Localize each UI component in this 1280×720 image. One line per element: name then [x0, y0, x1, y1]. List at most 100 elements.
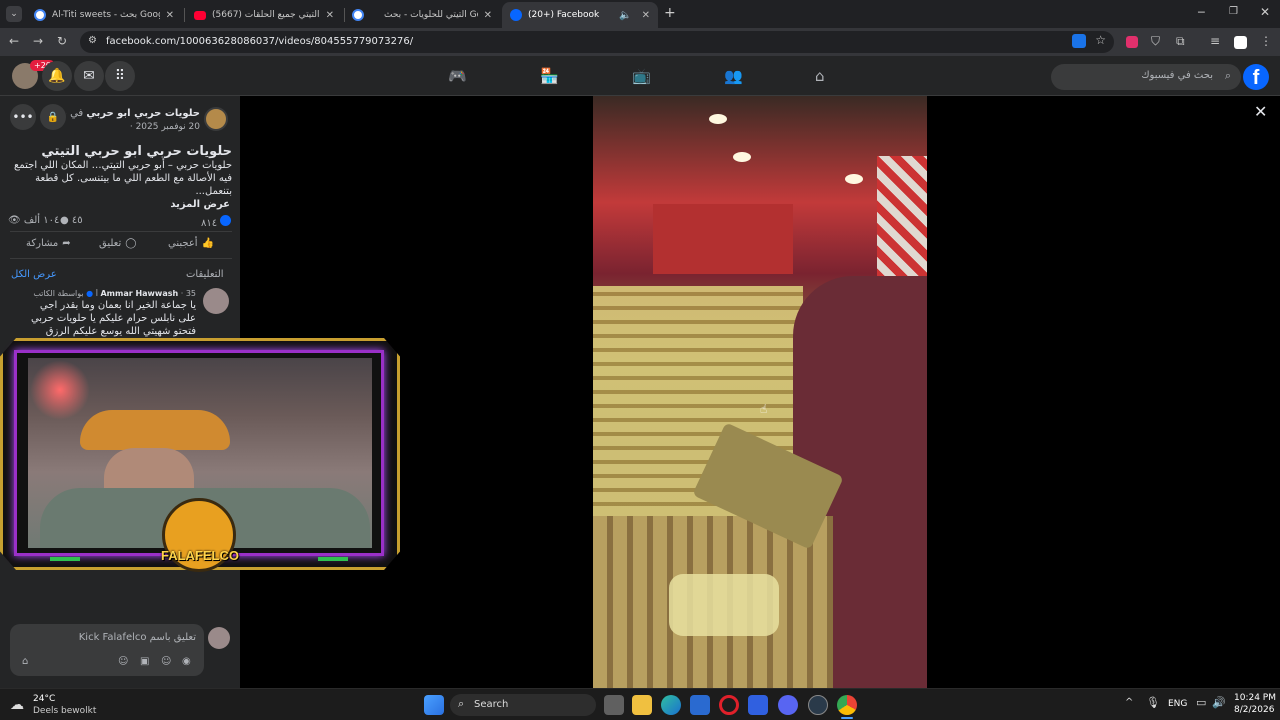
- webcam-red-light: [30, 360, 90, 420]
- network-icon[interactable]: ▭: [1196, 696, 1206, 709]
- gif-icon[interactable]: ▣: [140, 656, 149, 667]
- comments-stat[interactable]: ● ٤٥: [60, 215, 83, 226]
- close-icon[interactable]: ✕: [484, 10, 492, 21]
- nav-marketplace-icon[interactable]: 🏪: [540, 67, 559, 85]
- views-stat: 👁 ١٠٤ ألف: [8, 215, 59, 226]
- tab-title: التيتي للحلويات - بحث Google: [384, 10, 478, 20]
- view-all-link[interactable]: عرض الكل: [11, 269, 57, 280]
- camera-icon[interactable]: ◉: [182, 656, 191, 667]
- sweets-box: [669, 574, 779, 636]
- restore-icon[interactable]: ❐: [1229, 6, 1238, 17]
- facebook-icon: [510, 9, 522, 21]
- close-window-icon[interactable]: ✕: [1260, 5, 1270, 19]
- close-video-icon[interactable]: ✕: [1254, 102, 1267, 121]
- post-title: حلويات حربي ابو حربي التيتي: [41, 144, 232, 159]
- microphone-icon[interactable]: 🎙: [1146, 696, 1160, 709]
- task-view-icon[interactable]: [604, 695, 624, 715]
- ceiling-light: [733, 152, 751, 162]
- steam-icon[interactable]: [808, 695, 828, 715]
- extension-instagram-icon[interactable]: [1126, 36, 1138, 48]
- post-date[interactable]: 20 نوفمبر 2025 ·: [100, 122, 200, 132]
- site-info-icon[interactable]: ⚙: [88, 35, 97, 46]
- minimize-icon[interactable]: ─: [1198, 6, 1205, 19]
- chrome-icon[interactable]: [837, 695, 857, 715]
- extensions-puzzle-icon[interactable]: ⧉: [1176, 34, 1185, 49]
- nav-home-icon[interactable]: ⌂: [815, 67, 825, 85]
- lock-icon[interactable]: 🔒: [40, 104, 66, 130]
- windows-start-icon[interactable]: [424, 695, 444, 715]
- views-count: ١٠٤ ألف: [23, 215, 60, 226]
- comment-meta: Ammar Hawwash · 35 أ ● بواسطة الكاتب: [20, 289, 196, 298]
- ceiling-light: [709, 114, 727, 124]
- menu-grid-icon[interactable]: ⠿: [105, 61, 135, 91]
- page-avatar[interactable]: [204, 107, 228, 131]
- url-text: facebook.com/100063628086037/videos/8045…: [106, 36, 414, 47]
- like-button[interactable]: أعجبني 👍: [168, 238, 214, 249]
- sticker-icon[interactable]: ⌂: [22, 656, 28, 667]
- edge-icon[interactable]: [661, 695, 681, 715]
- nav-groups-icon[interactable]: 👥: [724, 67, 743, 85]
- media-player-icon[interactable]: [748, 695, 768, 715]
- weather-cloud-icon: ☁: [10, 697, 24, 713]
- clock-date[interactable]: 8/2/2026: [1234, 705, 1274, 715]
- post-header: حلويات حربي ابو حربي في ناب...: [66, 108, 200, 119]
- back-icon[interactable]: ←: [9, 34, 19, 48]
- volume-icon[interactable]: 🔊: [1212, 696, 1226, 709]
- overlay-green-bars: [50, 557, 80, 561]
- translate-icon[interactable]: [1072, 34, 1086, 48]
- clock-time[interactable]: 10:24 PM: [1234, 693, 1276, 703]
- file-explorer-icon[interactable]: [632, 695, 652, 715]
- speaker-icon[interactable]: 🔈: [619, 10, 631, 21]
- comment-icon: ◯: [125, 238, 137, 249]
- tab-facebook[interactable]: (20+) Facebook 🔈 ✕: [502, 2, 658, 28]
- menu-icon[interactable]: ⋮: [1260, 34, 1272, 48]
- profile-icon[interactable]: [1234, 36, 1247, 49]
- see-more-link[interactable]: عرض المزيد: [12, 199, 230, 210]
- opera-icon[interactable]: [719, 695, 739, 715]
- close-icon[interactable]: ✕: [642, 10, 650, 21]
- tab-google-search[interactable]: التيتي للحلويات - بحث Google ✕: [344, 2, 500, 28]
- reading-list-icon[interactable]: ≡: [1210, 34, 1220, 48]
- falafelco-logo-text: FALAFELCO: [161, 548, 239, 563]
- my-avatar[interactable]: [208, 627, 230, 649]
- notifications-bell-icon[interactable]: 🔔: [42, 61, 72, 91]
- google-icon: [352, 9, 364, 21]
- commenter-avatar[interactable]: [203, 288, 229, 314]
- tab-title: (5667) التيتي جميع الحلقات - be: [212, 10, 320, 20]
- extension-shield-icon[interactable]: ⛉: [1151, 34, 1160, 49]
- weather-desc: Deels bewolkt: [33, 706, 97, 716]
- nav-gaming-icon[interactable]: 🎮: [448, 67, 467, 85]
- new-tab-button[interactable]: +: [664, 5, 676, 21]
- tab-search-icon[interactable]: ⌄: [6, 6, 22, 22]
- close-icon[interactable]: ✕: [166, 10, 174, 21]
- nav-video-icon[interactable]: 📺: [632, 67, 651, 85]
- tab-youtube[interactable]: (5667) التيتي جميع الحلقات - be ✕: [186, 2, 342, 28]
- discord-icon[interactable]: [778, 695, 798, 715]
- reactions-stat[interactable]: ٨١٤: [201, 215, 232, 229]
- comment-author[interactable]: Ammar Hawwash: [100, 289, 178, 298]
- store-icon[interactable]: [690, 695, 710, 715]
- address-bar[interactable]: ⚙ facebook.com/100063628086037/videos/80…: [80, 31, 1114, 53]
- language-indicator[interactable]: ENG: [1168, 699, 1187, 709]
- share-label: مشاركة: [26, 238, 59, 249]
- facebook-search-input[interactable]: بحث في فيسبوك ⌕: [1051, 64, 1241, 90]
- page-name[interactable]: حلويات حربي ابو حربي: [86, 108, 200, 119]
- youtube-icon: [194, 10, 206, 20]
- comment-button[interactable]: تعليق ◯: [99, 238, 136, 249]
- share-button[interactable]: مشاركة ➦: [26, 238, 71, 249]
- divider: [10, 258, 232, 259]
- video-player[interactable]: [593, 96, 927, 688]
- emoji-icon[interactable]: ☺: [161, 656, 171, 667]
- reload-icon[interactable]: ↻: [57, 34, 67, 48]
- facebook-logo[interactable]: f: [1243, 64, 1269, 90]
- close-icon[interactable]: ✕: [326, 10, 334, 21]
- forward-icon[interactable]: →: [33, 34, 43, 48]
- taskbar-search-box[interactable]: ⌕ Search: [450, 694, 596, 716]
- tab-al-titi-sweets[interactable]: Al-Titi sweets - بحث Google ✕: [26, 2, 182, 28]
- messenger-icon[interactable]: ✉: [74, 61, 104, 91]
- comment-input[interactable]: تعليق باسم Kick Falafelco ⌂ ☺ ▣ ☺ ◉: [10, 624, 204, 676]
- show-hidden-icons-icon[interactable]: ^: [1125, 697, 1133, 708]
- bookmark-star-icon[interactable]: ☆: [1095, 33, 1106, 47]
- more-options-icon[interactable]: •••: [10, 104, 36, 130]
- avatar-sticker-icon[interactable]: ☺: [118, 656, 128, 667]
